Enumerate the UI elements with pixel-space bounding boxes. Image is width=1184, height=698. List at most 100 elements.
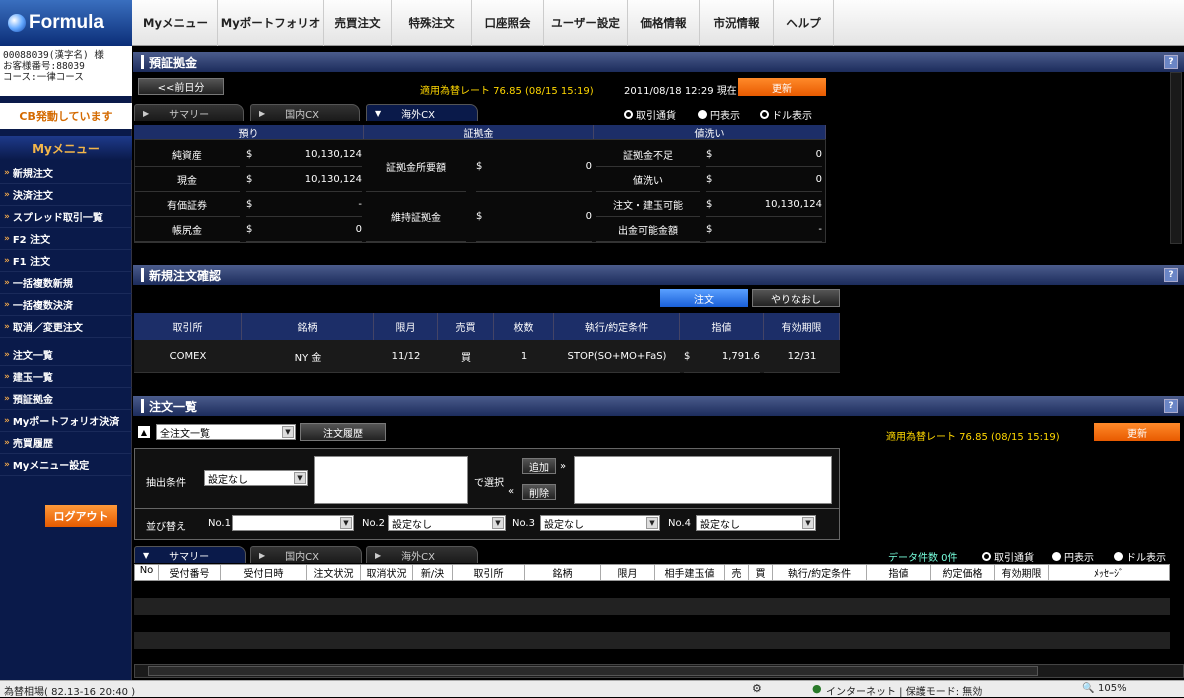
orders-radio-dollar[interactable]: ドル表示 [1114,549,1166,564]
value: - [726,217,822,242]
deposit-scrollbar[interactable] [1170,72,1182,244]
currency: $ [476,192,496,242]
row-label: 維持証拠金 [366,192,466,242]
sidebar-item-spread[interactable]: » スプレッド取引一覧 [0,206,132,228]
col-cancel-status[interactable]: 取消状況 [361,565,413,580]
sidebar-item-new-order[interactable]: » 新規注文 [0,162,132,184]
logout-button[interactable]: ログアウト [45,505,117,527]
radio-yen[interactable]: 円表示 [698,107,740,122]
history-button[interactable]: 注文履歴 [300,423,386,441]
scrollbar-thumb[interactable] [148,666,1038,676]
col-sell[interactable]: 売 [725,565,749,580]
tab-overseas[interactable]: ▼ 海外CX [366,104,478,121]
orders-radio-trade-currency[interactable]: 取引通貨 [982,549,1034,564]
col-symbol: 銘柄 [242,313,374,340]
sidebar-item-history[interactable]: » 売買履歴 [0,432,132,454]
orders-radio-yen[interactable]: 円表示 [1052,549,1094,564]
col-month: 限月 [374,313,438,340]
sidebar-item-bulk-new[interactable]: » 一括複数新規 [0,272,132,294]
currency: $ [246,167,266,192]
orders-update-button[interactable]: 更新 [1094,423,1180,441]
col-no[interactable]: No [135,565,159,580]
col-month[interactable]: 限月 [601,565,655,580]
col-expiry[interactable]: 有効期限 [995,565,1049,580]
table-row [134,615,1170,632]
cell-qty: 1 [494,340,554,373]
nav-special-order[interactable]: 特殊注文 [392,0,472,46]
col-price: 指値 [680,313,764,340]
sidebar-item-cancel-change[interactable]: » 取消／変更注文 [0,316,132,338]
sort-no2-select[interactable]: 設定なし ▼ [388,515,506,531]
filter-target-list[interactable] [574,456,832,504]
order-list-select[interactable]: 全注文一覧 ▼ [156,424,296,440]
col-new-settle[interactable]: 新/決 [413,565,453,580]
sidebar-item-deposit[interactable]: » 預証拠金 [0,388,132,410]
help-icon[interactable]: ? [1164,55,1178,69]
sidebar-item-f1[interactable]: » F1 注文 [0,250,132,272]
col-qty: 枚数 [494,313,554,340]
table-row [134,649,1170,663]
sidebar-item-f2[interactable]: » F2 注文 [0,228,132,250]
sidebar-item-settle-order[interactable]: » 決済注文 [0,184,132,206]
col-order-status[interactable]: 注文状況 [307,565,361,580]
sidebar-item-position-list[interactable]: » 建玉一覧 [0,366,132,388]
collapse-icon[interactable]: ▲ [138,426,150,438]
radio-dollar[interactable]: ドル表示 [760,107,812,122]
orders-tab-domestic[interactable]: ▶ 国内CX [250,546,362,563]
currency: $ [246,192,266,217]
col-receipt-no[interactable]: 受付番号 [159,565,221,580]
table-row [134,632,1170,649]
orders-rate-text: 適用為替レート 76.85 (08/15 15:19) [886,432,1060,443]
col-opposite-price[interactable]: 相手建玉値 [655,565,725,580]
nav-help[interactable]: ヘルプ [774,0,834,46]
help-icon[interactable]: ? [1164,399,1178,413]
col-receipt-time[interactable]: 受付日時 [221,565,307,580]
group-header-deposit: 預り [134,125,364,140]
tab-domestic[interactable]: ▶ 国内CX [250,104,360,121]
zoom-level[interactable]: 105% [1098,683,1127,694]
row-label: 値洗い [596,167,700,192]
currency: $ [476,142,496,192]
filter-divider [134,508,840,509]
nav-portfolio[interactable]: Myポートフォリオ [218,0,324,46]
nav-mymenu[interactable]: Myメニュー [134,0,218,46]
row-label: 証拠金不足 [596,142,700,167]
sidebar-item-order-list[interactable]: » 注文一覧 [0,344,132,366]
tab-summary[interactable]: ▶ サマリー [134,104,244,121]
sort-no1-select[interactable]: ▼ [232,515,354,531]
filter-select[interactable]: 設定なし ▼ [204,470,308,486]
nav-market-info[interactable]: 市況情報 [700,0,774,46]
update-button[interactable]: 更新 [738,78,826,96]
prev-day-button[interactable]: <<前日分 [138,78,224,95]
sidebar-item-menu-settings[interactable]: » Myメニュー設定 [0,454,132,476]
col-limit[interactable]: 指値 [867,565,931,580]
zoom-icon[interactable]: 🔍 [1082,683,1094,694]
order-button[interactable]: 注文 [660,289,748,307]
help-icon[interactable]: ? [1164,268,1178,282]
sort-no4-select[interactable]: 設定なし ▼ [696,515,816,531]
col-side: 売買 [438,313,494,340]
sidebar-item-bulk-settle[interactable]: » 一括複数決済 [0,294,132,316]
sort-no3-select[interactable]: 設定なし ▼ [540,515,660,531]
value: 0 [266,217,362,242]
nav-account-inquiry[interactable]: 口座照会 [472,0,544,46]
col-exchange[interactable]: 取引所 [453,565,525,580]
col-exchange: 取引所 [134,313,242,340]
orders-tab-summary[interactable]: ▼ サマリー [134,546,246,563]
status-bar: 為替相場( 82.13-16 20:40 ) ⚙ ● インターネット | 保護モ… [0,680,1184,698]
redo-button[interactable]: やりなおし [752,289,840,307]
filter-source-list[interactable] [314,456,468,504]
col-condition[interactable]: 執行/約定条件 [773,565,867,580]
nav-price-info[interactable]: 価格情報 [628,0,700,46]
nav-trade-order[interactable]: 売買注文 [324,0,392,46]
add-button[interactable]: 追加 [522,458,556,474]
col-buy[interactable]: 買 [749,565,773,580]
col-symbol[interactable]: 銘柄 [525,565,601,580]
sidebar-item-portfolio-settle[interactable]: » Myポートフォリオ決済 [0,410,132,432]
orders-tab-overseas[interactable]: ▶ 海外CX [366,546,478,563]
delete-button[interactable]: 削除 [522,484,556,500]
nav-user-settings[interactable]: ユーザー設定 [544,0,628,46]
col-fill-price[interactable]: 約定価格 [931,565,995,580]
col-message[interactable]: ﾒｯｾｰｼﾞ [1049,565,1169,580]
radio-trade-currency[interactable]: 取引通貨 [624,107,676,122]
